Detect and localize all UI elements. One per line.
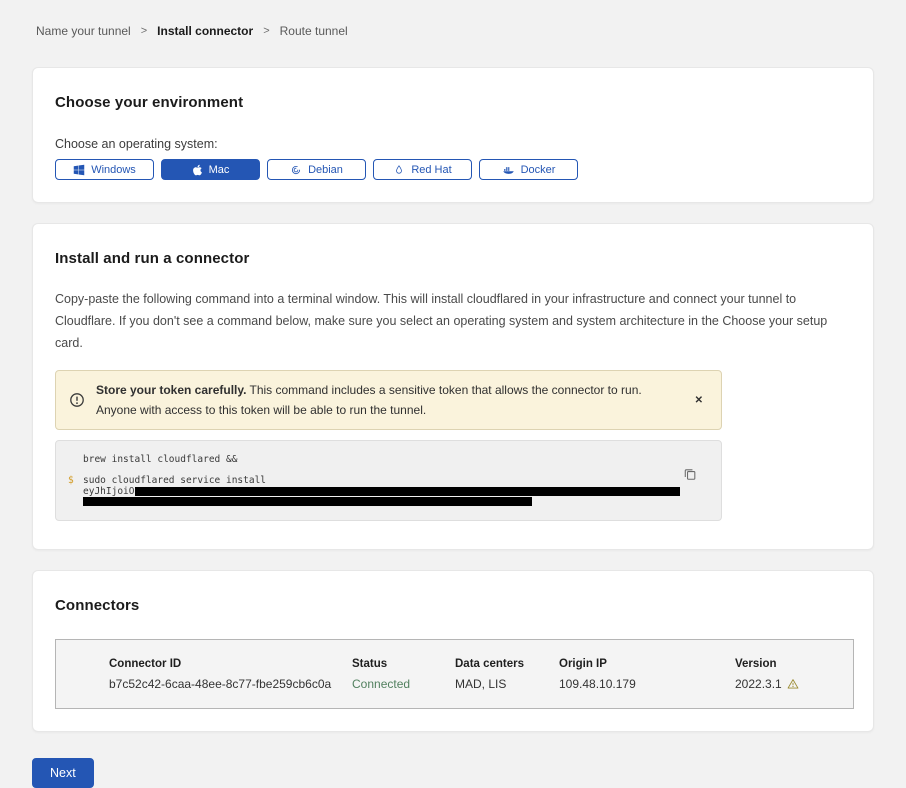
connectors-card-title: Connectors [55, 597, 851, 614]
footer: Next [32, 758, 906, 788]
next-button[interactable]: Next [32, 758, 94, 788]
warning-triangle-icon[interactable] [787, 678, 799, 690]
version-value: 2022.3.1 [735, 677, 853, 691]
red-hat-icon [393, 164, 405, 176]
code-line-brew: brew install cloudflared && [68, 454, 681, 465]
install-instructions: Copy-paste the following command into a … [55, 289, 851, 355]
code-sudo-text: sudo cloudflared service install [83, 475, 266, 486]
connectors-table: Connector ID b7c52c42-6caa-48ee-8c77-fbe… [55, 639, 854, 709]
breadcrumb-step-name-your-tunnel[interactable]: Name your tunnel [36, 24, 131, 38]
os-button-label: Mac [209, 164, 230, 176]
column-header-status: Status [352, 658, 455, 670]
code-brew-text: brew install cloudflared && [83, 454, 237, 465]
column-data-centers: Data centers MAD, LIS [455, 658, 559, 691]
connector-id-value: b7c52c42-6caa-48ee-8c77-fbe259cb6c0a [109, 677, 352, 691]
os-button-label: Debian [308, 164, 343, 176]
os-button-windows[interactable]: Windows [55, 159, 154, 180]
column-header-origin-ip: Origin IP [559, 658, 735, 670]
column-header-connector-id: Connector ID [109, 658, 352, 670]
origin-ip-value: 109.48.10.179 [559, 677, 735, 691]
apple-logo-icon [192, 164, 203, 176]
install-card-title: Install and run a connector [55, 250, 851, 267]
os-button-debian[interactable]: Debian [267, 159, 366, 180]
code-line-sudo: $ sudo cloudflared service install [68, 475, 681, 486]
chevron-separator: > [141, 25, 147, 37]
chevron-separator: > [263, 25, 269, 37]
column-header-version: Version [735, 658, 853, 670]
os-button-label: Red Hat [411, 164, 451, 176]
page-content: Choose your environment Choose an operat… [32, 67, 874, 732]
breadcrumb: Name your tunnel > Install connector > R… [0, 0, 906, 38]
redacted-token-bar [83, 497, 532, 506]
token-warning-bold: Store your token carefully. [96, 383, 247, 397]
column-version: Version 2022.3.1 [735, 658, 853, 691]
debian-swirl-icon [290, 164, 302, 176]
os-button-redhat[interactable]: Red Hat [373, 159, 472, 180]
redacted-token-bar [135, 487, 680, 496]
column-status: Status Connected [352, 658, 455, 691]
column-connector-id: Connector ID b7c52c42-6caa-48ee-8c77-fbe… [109, 658, 352, 691]
token-warning-text: Store your token carefully.This command … [96, 380, 672, 421]
connectors-card: Connectors Connector ID b7c52c42-6caa-48… [32, 570, 874, 732]
close-icon[interactable]: ✕ [691, 393, 707, 408]
info-circle-icon [69, 392, 85, 408]
environment-card: Choose your environment Choose an operat… [32, 67, 874, 203]
shell-prompt: $ [68, 475, 83, 486]
code-line-token: eyJhIjoiO [68, 486, 681, 497]
data-centers-value: MAD, LIS [455, 677, 559, 691]
column-header-data-centers: Data centers [455, 658, 559, 670]
os-select-label: Choose an operating system: [55, 137, 851, 151]
copy-icon[interactable] [683, 467, 697, 484]
token-warning-banner: Store your token carefully.This command … [55, 370, 722, 431]
status-badge: Connected [352, 677, 455, 691]
token-prefix-text: eyJhIjoiO [83, 486, 134, 497]
windows-logo-icon [73, 164, 85, 176]
docker-whale-icon [502, 164, 515, 176]
install-command-code-block: brew install cloudflared && $ sudo cloud… [55, 440, 722, 521]
version-number: 2022.3.1 [735, 677, 782, 691]
os-button-group: Windows Mac Debian Red Hat [55, 159, 851, 180]
os-button-label: Windows [91, 164, 136, 176]
breadcrumb-step-install-connector[interactable]: Install connector [157, 24, 253, 38]
column-origin-ip: Origin IP 109.48.10.179 [559, 658, 735, 691]
install-connector-card: Install and run a connector Copy-paste t… [32, 223, 874, 550]
os-button-docker[interactable]: Docker [479, 159, 578, 180]
os-button-mac[interactable]: Mac [161, 159, 260, 180]
environment-card-title: Choose your environment [55, 94, 851, 111]
os-button-label: Docker [521, 164, 556, 176]
breadcrumb-step-route-tunnel[interactable]: Route tunnel [280, 24, 348, 38]
